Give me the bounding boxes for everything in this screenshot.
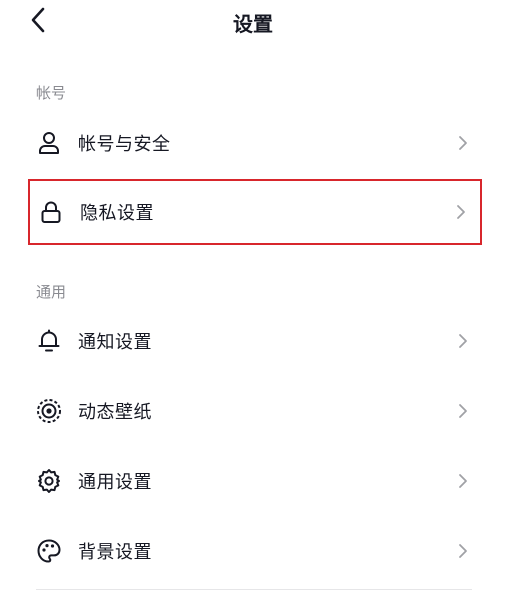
- divider: [36, 589, 472, 590]
- settings-item-label: 背景设置: [78, 542, 152, 563]
- chevron-right-icon: [456, 472, 470, 490]
- settings-item-background[interactable]: 背景设置: [28, 519, 482, 583]
- chevron-right-icon: [454, 203, 468, 221]
- lock-icon: [38, 199, 64, 225]
- settings-item-label: 隐私设置: [80, 203, 154, 224]
- settings-item-general[interactable]: 通用设置: [28, 449, 482, 513]
- chevron-right-icon: [456, 134, 470, 152]
- settings-item-privacy[interactable]: 隐私设置: [28, 179, 482, 245]
- gear-icon: [36, 468, 62, 494]
- settings-item-label: 动态壁纸: [78, 402, 152, 423]
- palette-icon: [36, 538, 62, 564]
- section-label-account: 帐号: [36, 84, 67, 102]
- header: 设置: [0, 0, 506, 44]
- settings-item-label: 通用设置: [78, 472, 152, 493]
- chevron-right-icon: [456, 542, 470, 560]
- bell-icon: [36, 328, 62, 354]
- page-title: 设置: [233, 12, 273, 36]
- chevron-right-icon: [456, 332, 470, 350]
- settings-item-label: 通知设置: [78, 332, 152, 353]
- chevron-right-icon: [456, 402, 470, 420]
- section-label-general: 通用: [36, 283, 67, 301]
- settings-item-notifications[interactable]: 通知设置: [28, 309, 482, 373]
- user-icon: [36, 130, 62, 156]
- settings-item-label: 帐号与安全: [78, 134, 171, 155]
- settings-item-account-security[interactable]: 帐号与安全: [28, 111, 482, 175]
- live-wallpaper-icon: [36, 398, 62, 424]
- settings-screen: 设置 帐号 帐号与安全 隐私设置 通用 通知设置 动态壁纸 通用设置 背景设置: [0, 0, 506, 596]
- settings-item-live-wallpaper[interactable]: 动态壁纸: [28, 379, 482, 443]
